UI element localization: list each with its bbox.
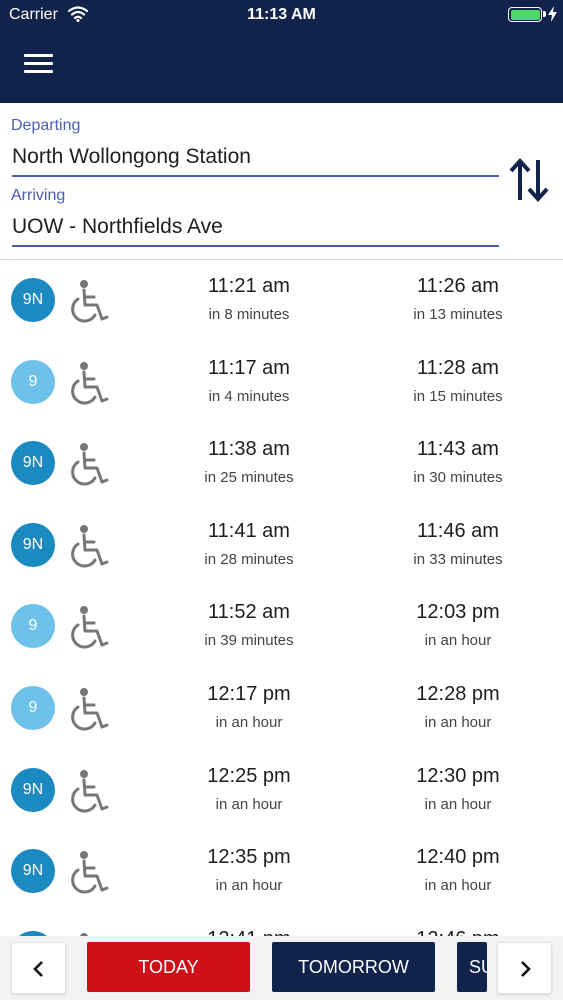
departure-time: 11:52 am [208, 601, 290, 623]
departure-time: 11:41 am [208, 520, 290, 542]
arrival-time: 12:28 pm [416, 683, 500, 705]
arrival-relative: in 30 minutes [413, 469, 503, 486]
arrival-relative: in 33 minutes [413, 551, 503, 568]
departure-relative: in 8 minutes [208, 306, 290, 323]
trip-row[interactable]: 9N 11:38 am in 25 minutes 11:43 am in 30… [0, 423, 563, 505]
departure-relative: in 4 minutes [208, 388, 290, 405]
departure-relative: in an hour [215, 877, 283, 894]
arrival-time: 12:46 pm [358, 928, 558, 936]
arrival-time-block: 11:46 am in 33 minutes [358, 520, 558, 568]
chevron-left-icon [33, 961, 43, 977]
departure-time-block: 11:38 am in 25 minutes [149, 438, 349, 486]
trip-row[interactable]: 9N 12:41 pm in an hour 12:46 pm in an ho… [0, 913, 563, 936]
departure-time-block: 11:21 am in 8 minutes [149, 275, 349, 323]
status-time: 11:13 AM [247, 6, 316, 23]
arrival-time-block: 12:30 pm in an hour [358, 765, 558, 813]
wheelchair-icon [71, 362, 109, 405]
arrival-time: 11:43 am [417, 438, 499, 460]
departure-time: 12:35 pm [207, 846, 291, 868]
departure-relative: in an hour [215, 714, 283, 731]
battery-icon [508, 7, 542, 22]
departure-relative: in 25 minutes [204, 469, 294, 486]
trip-row[interactable]: 9 11:17 am in 4 minutes 11:28 am in 15 m… [0, 342, 563, 424]
arrival-time-block: 12:28 pm in an hour [358, 683, 558, 731]
trip-row[interactable]: 9N 11:41 am in 28 minutes 11:46 am in 33… [0, 505, 563, 587]
tab-today[interactable]: TODAY [87, 942, 250, 992]
departure-time-block: 11:52 am in 39 minutes [149, 601, 349, 649]
arrival-relative: in 15 minutes [413, 388, 503, 405]
trip-row[interactable]: 9N 11:21 am in 8 minutes 11:26 am in 13 … [0, 260, 563, 342]
trip-row[interactable]: 9 11:52 am in 39 minutes 12:03 pm in an … [0, 586, 563, 668]
battery-tip [543, 11, 546, 17]
departure-time-block: 12:17 pm in an hour [149, 683, 349, 731]
departure-time-block: 11:41 am in 28 minutes [149, 520, 349, 568]
arrival-time: 11:28 am [417, 357, 499, 379]
arrival-time-block: 11:43 am in 30 minutes [358, 438, 558, 486]
route-badge: 9N [11, 768, 55, 812]
route-badge: 9N [11, 523, 55, 567]
chevron-right-icon [521, 961, 531, 977]
departure-relative: in 28 minutes [204, 551, 294, 568]
swap-direction-icon[interactable] [508, 156, 550, 204]
arrival-relative: in an hour [424, 632, 492, 649]
charging-bolt-icon [548, 6, 557, 27]
day-selector-bar: TODAY TOMORROW SU [0, 936, 563, 1000]
arrival-relative: in an hour [424, 796, 492, 813]
route-badge: 9N [11, 849, 55, 893]
status-bar: Carrier 11:13 AM [0, 0, 563, 32]
route-badge: 9 [11, 360, 55, 404]
arrival-time-block: 11:28 am in 15 minutes [358, 357, 558, 405]
wheelchair-icon [71, 851, 109, 894]
departure-relative: in 39 minutes [204, 632, 294, 649]
departure-time: 12:17 pm [207, 683, 291, 705]
departing-label: Departing [11, 117, 81, 134]
wheelchair-icon [71, 688, 109, 731]
departure-time: 11:21 am [208, 275, 290, 297]
tab-next-day[interactable]: SU [457, 942, 487, 992]
arrival-time: 11:46 am [417, 520, 499, 542]
hamburger-menu-icon[interactable] [24, 54, 53, 76]
departure-time: 11:17 am [208, 357, 290, 379]
tab-tomorrow[interactable]: TOMORROW [272, 942, 435, 992]
departure-time-block: 12:41 pm in an hour [149, 928, 349, 936]
route-badge: 9N [11, 441, 55, 485]
arrival-relative: in an hour [424, 714, 492, 731]
route-panel: Departing North Wollongong Station Arriv… [0, 103, 563, 260]
departure-time-block: 12:25 pm in an hour [149, 765, 349, 813]
trip-row[interactable]: 9N 12:25 pm in an hour 12:30 pm in an ho… [0, 750, 563, 832]
wheelchair-icon [71, 525, 109, 568]
trip-list: 9N 11:21 am in 8 minutes 11:26 am in 13 … [0, 260, 563, 936]
nav-bar [0, 32, 563, 103]
arriving-field[interactable]: UOW - Northfields Ave [12, 211, 499, 247]
previous-day-button[interactable] [11, 942, 66, 994]
departing-field[interactable]: North Wollongong Station [12, 141, 499, 177]
route-badge: 9 [11, 604, 55, 648]
wheelchair-icon [71, 770, 109, 813]
wheelchair-icon [71, 606, 109, 649]
route-badge: 9N [11, 278, 55, 322]
wheelchair-icon [71, 443, 109, 486]
departure-time-block: 11:17 am in 4 minutes [149, 357, 349, 405]
departure-time: 12:41 pm [149, 928, 349, 936]
departure-time: 11:38 am [208, 438, 290, 460]
departure-time-block: 12:35 pm in an hour [149, 846, 349, 894]
arrival-time-block: 12:46 pm in an hour [358, 928, 558, 936]
arrival-time: 12:30 pm [416, 765, 500, 787]
departure-time: 12:25 pm [207, 765, 291, 787]
arrival-time: 11:26 am [417, 275, 499, 297]
arrival-relative: in an hour [424, 877, 492, 894]
next-day-button[interactable] [497, 942, 552, 994]
arrival-time-block: 12:03 pm in an hour [358, 601, 558, 649]
trip-row[interactable]: 9N 12:35 pm in an hour 12:40 pm in an ho… [0, 831, 563, 913]
arrival-time-block: 12:40 pm in an hour [358, 846, 558, 894]
wheelchair-icon [71, 280, 109, 323]
arrival-time: 12:40 pm [416, 846, 500, 868]
arriving-label: Arriving [11, 187, 66, 204]
arrival-time-block: 11:26 am in 13 minutes [358, 275, 558, 323]
trip-row[interactable]: 9 12:17 pm in an hour 12:28 pm in an hou… [0, 668, 563, 750]
route-badge: 9 [11, 686, 55, 730]
departure-relative: in an hour [215, 796, 283, 813]
arrival-time: 12:03 pm [416, 601, 500, 623]
arrival-relative: in 13 minutes [413, 306, 503, 323]
